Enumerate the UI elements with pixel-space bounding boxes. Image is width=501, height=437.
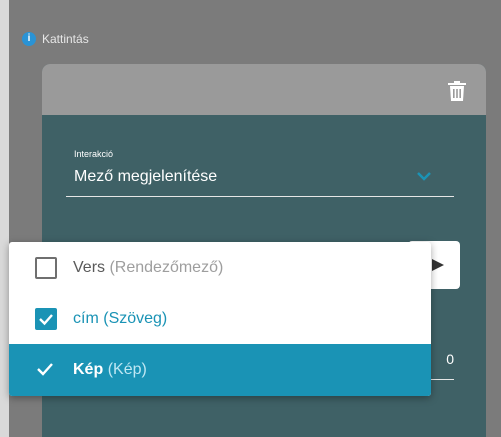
play-icon — [432, 259, 444, 271]
chevron-down-icon[interactable] — [416, 171, 432, 181]
section-header: i Kattintás — [22, 30, 89, 48]
field-underline — [66, 196, 454, 197]
option-label: Vers (Rendezőmező) — [73, 257, 223, 279]
dropdown-option-vers[interactable]: Vers (Rendezőmező) — [9, 242, 431, 294]
option-label: Kép (Kép) — [73, 359, 147, 381]
option-name: cím — [73, 310, 99, 327]
interaction-select-value[interactable]: Mező megjelenítése — [74, 168, 217, 186]
interaction-field-label: Interakció — [74, 149, 114, 159]
option-type: (Rendezőmező) — [109, 259, 224, 276]
option-name: Kép — [73, 361, 104, 378]
checkbox-unchecked[interactable] — [35, 257, 57, 279]
checkbox-checked[interactable] — [35, 308, 57, 330]
option-type: (Szöveg) — [103, 310, 168, 327]
info-icon[interactable]: i — [22, 32, 36, 46]
number-field-value[interactable]: 0 — [432, 351, 454, 367]
trash-icon[interactable] — [448, 81, 466, 101]
option-type: (Kép) — [107, 361, 147, 378]
field-dropdown-menu: Vers (Rendezőmező) cím (Szöveg) Kép (Kép… — [9, 242, 431, 396]
section-title: Kattintás — [42, 32, 89, 46]
left-panel-edge — [0, 0, 9, 437]
option-label: cím (Szöveg) — [73, 308, 167, 330]
check-icon[interactable] — [35, 360, 55, 378]
dropdown-option-cim[interactable]: cím (Szöveg) — [9, 293, 431, 345]
dropdown-option-kep[interactable]: Kép (Kép) — [9, 344, 431, 396]
check-icon — [39, 314, 53, 326]
card-header — [42, 64, 486, 115]
option-name: Vers — [73, 259, 106, 276]
